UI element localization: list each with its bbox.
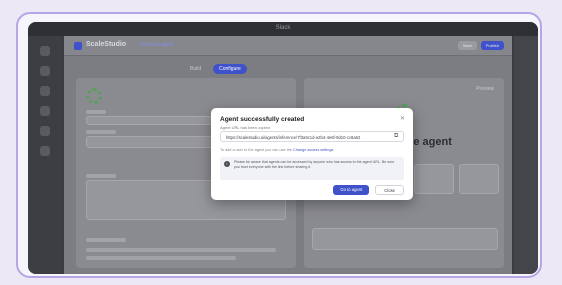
window-titlebar: Slack: [28, 22, 538, 36]
access-note: To add a user to the agent you can use t…: [220, 148, 333, 152]
brand-name: ScaleStudio: [86, 41, 127, 48]
knowledge-heading: [86, 238, 126, 242]
knowledge-text: [86, 248, 276, 252]
grid-icon[interactable]: [40, 126, 50, 136]
agent-created-dialog: Agent successfully created ✕ Agent URL h…: [211, 108, 413, 200]
logo-icon: [74, 42, 82, 50]
field-label: [86, 130, 116, 134]
left-rail: [28, 36, 62, 274]
home-icon[interactable]: [40, 46, 50, 56]
copy-icon[interactable]: ⧉: [394, 133, 398, 140]
agent-url-field[interactable]: https://scalestudio.ai/agents/inference/…: [220, 131, 404, 142]
app-header: ScaleStudio Post hoc agent Save Publish: [64, 36, 512, 56]
info-text: Please be aware that agents can be acces…: [234, 160, 395, 169]
close-button[interactable]: Close: [375, 185, 404, 195]
list-icon[interactable]: [40, 106, 50, 116]
dialog-actions: Go to agent Close: [333, 185, 404, 195]
agent-avatar-icon: [86, 88, 102, 104]
go-to-agent-button[interactable]: Go to agent: [333, 185, 370, 195]
tab-bar: Build Configure: [184, 64, 247, 74]
field-label: [86, 110, 106, 114]
dialog-title: Agent successfully created: [220, 116, 305, 123]
suggestion-card[interactable]: [414, 164, 454, 194]
info-callout: i Please be aware that agents can be acc…: [220, 157, 404, 180]
access-note-text: To add a user to the agent you can use t…: [220, 148, 294, 152]
preview-link[interactable]: Preview: [476, 86, 494, 92]
breadcrumb[interactable]: Post hoc agent: [140, 42, 173, 48]
field-label: [86, 174, 116, 178]
window-title: Slack: [275, 25, 291, 31]
suggestion-card[interactable]: [459, 164, 499, 194]
right-dock: [514, 36, 538, 274]
info-icon: i: [224, 161, 230, 167]
header-actions: Save Publish: [457, 41, 504, 50]
change-access-link[interactable]: Change access settings: [293, 148, 333, 152]
dialog-subtitle: Agent URL has been copied: [220, 125, 270, 130]
knowledge-text: [86, 256, 236, 260]
publish-button[interactable]: Publish: [480, 41, 504, 50]
settings-icon[interactable]: [40, 66, 50, 76]
tab-configure[interactable]: Configure: [213, 64, 247, 74]
screenshot-frame: Slack ScaleStudio Post hoc agent Save Pu…: [16, 12, 542, 278]
plug-icon[interactable]: [40, 146, 50, 156]
tab-build[interactable]: Build: [184, 64, 207, 74]
message-input[interactable]: [312, 228, 498, 250]
close-icon[interactable]: ✕: [400, 115, 405, 122]
chart-icon[interactable]: [40, 86, 50, 96]
save-button[interactable]: Save: [457, 41, 477, 50]
